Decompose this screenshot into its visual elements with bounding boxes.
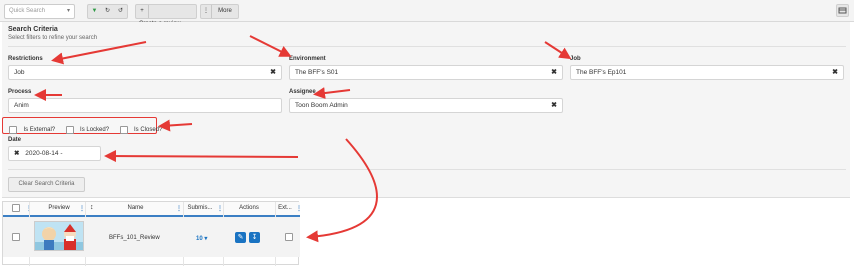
is-external-checkbox[interactable] — [9, 125, 17, 134]
cartoon-image — [35, 222, 83, 250]
job-field[interactable]: The BFF's Ep101 ✖ — [570, 65, 844, 80]
restrictions-value: Job — [14, 69, 25, 76]
restrictions-field[interactable]: Job ✖ — [8, 65, 282, 80]
review-grid: ⋮ Preview ⋮ ↕ Name ⋮ Submis... ⋮ Actions… — [2, 201, 302, 266]
window-icon — [838, 7, 847, 14]
row-name[interactable]: BFFs_101_Review — [109, 235, 160, 241]
more-vertical-icon: ⋮ — [203, 8, 209, 14]
edit-button[interactable]: ✎ — [235, 232, 246, 243]
process-value: Anim — [14, 102, 29, 109]
process-field[interactable]: Anim — [8, 98, 282, 113]
download-icon: ↧ — [251, 234, 258, 241]
environment-label: Environment — [289, 56, 326, 62]
assignee-value: Toon Boom Admin — [295, 102, 348, 109]
more-label: More — [218, 8, 232, 14]
process-label: Process — [8, 89, 32, 95]
quick-search-placeholder: Quick Search — [9, 8, 46, 14]
date-value: 2020-08-14 - — [25, 150, 63, 157]
search-criteria-title: Search Criteria — [8, 26, 58, 33]
divider — [8, 46, 846, 47]
create-review-button[interactable]: +Create a review — [135, 4, 197, 27]
actions-header[interactable]: Actions — [223, 202, 275, 215]
preview-header[interactable]: Preview — [33, 202, 85, 215]
assignee-label: Assignee — [289, 89, 316, 95]
clear-icon[interactable]: ✖ — [551, 99, 557, 112]
external-checkbox[interactable] — [285, 233, 293, 241]
clear-icon[interactable]: ✖ — [832, 66, 838, 79]
clear-icon[interactable]: ✖ — [551, 66, 557, 79]
more-button[interactable]: ⋮ More — [200, 4, 239, 19]
filter-tools-group: ▼ ↻ ↺ — [87, 4, 128, 19]
external-header[interactable]: Ext... — [275, 202, 295, 215]
chevron-down-icon[interactable]: ▾ — [67, 5, 70, 18]
environment-field[interactable]: The BFF's S01 ✖ — [289, 65, 563, 80]
divider — [8, 169, 846, 170]
layout-toggle-button[interactable] — [836, 4, 849, 17]
is-locked-label: Is Locked? — [80, 126, 110, 133]
assignee-field[interactable]: Toon Boom Admin ✖ — [289, 98, 563, 113]
clear-search-criteria-button[interactable]: Clear Search Criteria — [8, 177, 85, 192]
submissions-header[interactable]: Submis... — [183, 202, 217, 215]
reset-icon[interactable]: ↺ — [114, 5, 127, 18]
column-menu-icon[interactable]: ⋮ — [176, 205, 182, 212]
job-label: Job — [570, 56, 581, 62]
quick-search-input[interactable]: Quick Search ▾ — [4, 4, 75, 19]
is-external-label: Is External? — [23, 126, 56, 133]
clear-date-icon[interactable]: ✖ — [14, 150, 19, 157]
environment-value: The BFF's S01 — [295, 69, 339, 76]
is-locked-checkbox[interactable] — [65, 125, 74, 134]
date-field[interactable]: ✖ 2020-08-14 - — [8, 146, 101, 161]
column-menu-icon[interactable]: ⋮ — [296, 205, 302, 212]
search-criteria-subtitle: Select filters to refine your search — [8, 35, 98, 41]
sort-icon[interactable]: ↕ — [90, 204, 94, 211]
is-closed-checkbox[interactable] — [119, 125, 128, 134]
job-value: The BFF's Ep101 — [576, 69, 627, 76]
submissions-count[interactable]: 10 ▾ — [196, 235, 207, 242]
flags-checkbox-group: Is External? Is Locked? Is Closed? — [2, 117, 162, 134]
download-button[interactable]: ↧ — [249, 232, 260, 243]
top-toolbar: Quick Search ▾ ▼↻↺ +Create a review ⋮ Mor… — [0, 0, 854, 27]
chevron-down-icon: ▾ — [202, 236, 208, 242]
row-checkbox[interactable] — [12, 233, 20, 241]
date-label: Date — [8, 137, 22, 143]
preview-thumbnail[interactable] — [34, 221, 84, 251]
grid-header: ⋮ Preview ⋮ ↕ Name ⋮ Submis... ⋮ Actions… — [3, 202, 302, 217]
restrictions-label: Restrictions — [8, 56, 43, 62]
clear-icon[interactable]: ✖ — [270, 66, 276, 79]
filter-icon[interactable]: ▼ — [88, 5, 101, 18]
select-all-checkbox[interactable] — [12, 204, 20, 212]
is-closed-label: Is Closed? — [133, 126, 163, 133]
plus-icon: + — [140, 8, 144, 14]
edit-icon: ✎ — [237, 234, 244, 241]
name-header[interactable]: Name — [98, 202, 173, 215]
table-row[interactable]: BFFs_101_Review 10 ▾ ✎ ↧ — [3, 217, 300, 257]
refresh-icon[interactable]: ↻ — [101, 5, 114, 18]
